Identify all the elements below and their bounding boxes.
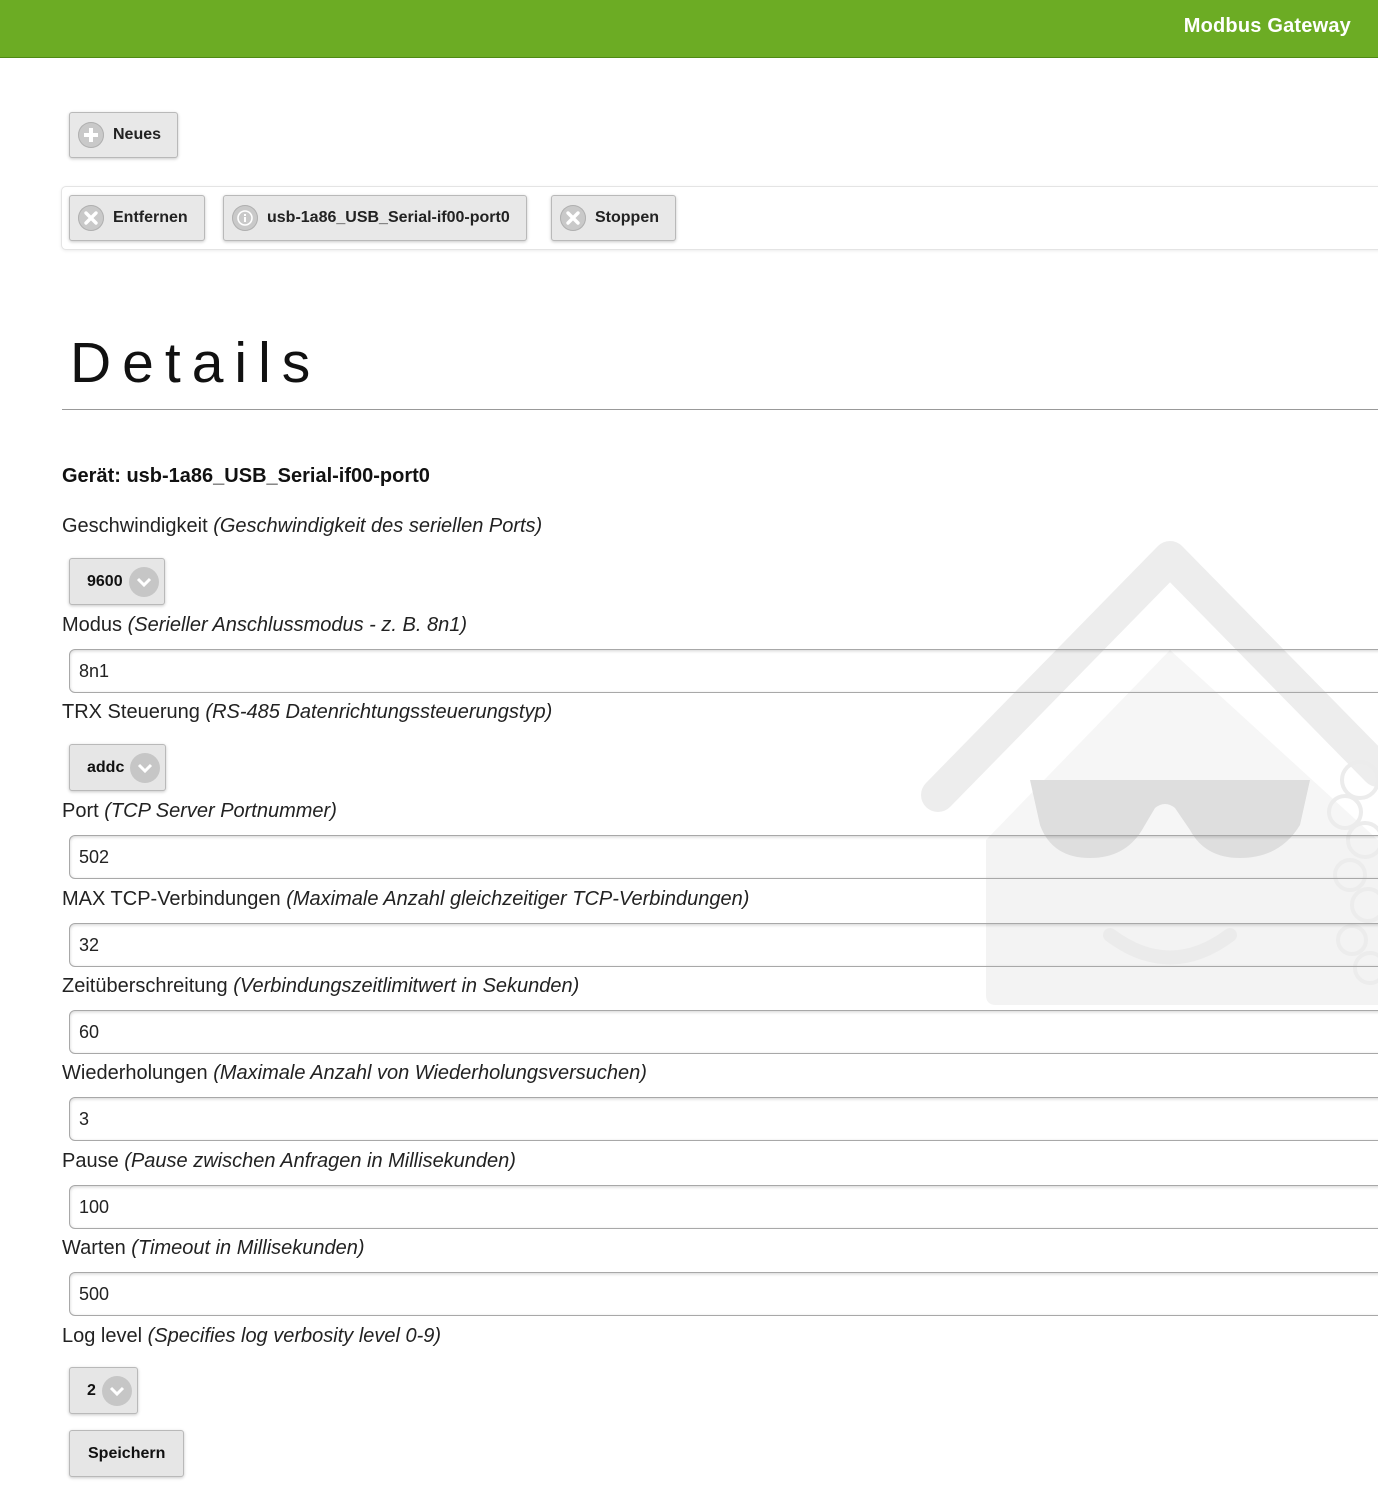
port-input[interactable] — [69, 835, 1378, 879]
mode-input[interactable] — [69, 649, 1378, 693]
wait-input[interactable] — [69, 1272, 1378, 1316]
new-button[interactable]: Neues — [69, 112, 179, 158]
device-name-line: Gerät: usb-1a86_USB_Serial-if00-port0 — [62, 465, 430, 487]
info-circle-icon — [232, 205, 258, 231]
new-button-label: Neues — [113, 126, 162, 143]
stop-button-label: Stoppen — [595, 209, 659, 226]
device-info-button[interactable]: usb-1a86_USB_Serial-if00-port0 — [223, 195, 527, 241]
divider — [62, 409, 1378, 410]
chevron-down-icon — [128, 566, 159, 597]
x-circle-icon — [78, 205, 104, 231]
remove-button-label: Entfernen — [113, 209, 188, 226]
app-title: Modbus Gateway — [1183, 15, 1351, 37]
log-level-label: Log level (Specifies log verbosity level… — [62, 1325, 442, 1347]
save-button[interactable]: Speichern — [69, 1430, 185, 1477]
mode-label: Modus (Serieller Anschlussmodus - z. B. … — [62, 614, 467, 636]
device-info-button-label: usb-1a86_USB_Serial-if00-port0 — [267, 209, 510, 226]
wait-label: Warten (Timeout in Millisekunden) — [62, 1237, 365, 1259]
chevron-down-icon — [130, 752, 161, 783]
port-label: Port (TCP Server Portnummer) — [62, 800, 337, 822]
device-name: usb-1a86_USB_Serial-if00-port0 — [126, 465, 430, 487]
x-circle-icon — [560, 205, 586, 231]
speed-label: Geschwindigkeit (Geschwindigkeit des ser… — [62, 515, 543, 537]
log-level-select[interactable]: 2 — [69, 1367, 138, 1414]
chevron-down-icon — [101, 1375, 132, 1406]
speed-select[interactable]: 9600 — [69, 558, 165, 605]
timeout-label: Zeitüberschreitung (Verbindungszeitlimit… — [62, 975, 580, 997]
details-heading: Details — [70, 331, 322, 395]
pause-input[interactable] — [69, 1185, 1378, 1229]
stop-button[interactable]: Stoppen — [551, 195, 676, 241]
timeout-input[interactable] — [69, 1010, 1378, 1054]
trx-select[interactable]: addc — [69, 744, 167, 791]
remove-button[interactable]: Entfernen — [69, 195, 205, 241]
retries-input[interactable] — [69, 1097, 1378, 1141]
trx-label: TRX Steuerung (RS-485 Datenrichtungssteu… — [62, 701, 553, 723]
max-tcp-input[interactable] — [69, 923, 1378, 967]
app-header: Modbus Gateway — [0, 0, 1378, 58]
plus-circle-icon — [78, 122, 104, 148]
max-tcp-label: MAX TCP-Verbindungen (Maximale Anzahl gl… — [62, 888, 750, 910]
retries-label: Wiederholungen (Maximale Anzahl von Wied… — [62, 1062, 647, 1084]
pause-label: Pause (Pause zwischen Anfragen in Millis… — [62, 1150, 516, 1172]
